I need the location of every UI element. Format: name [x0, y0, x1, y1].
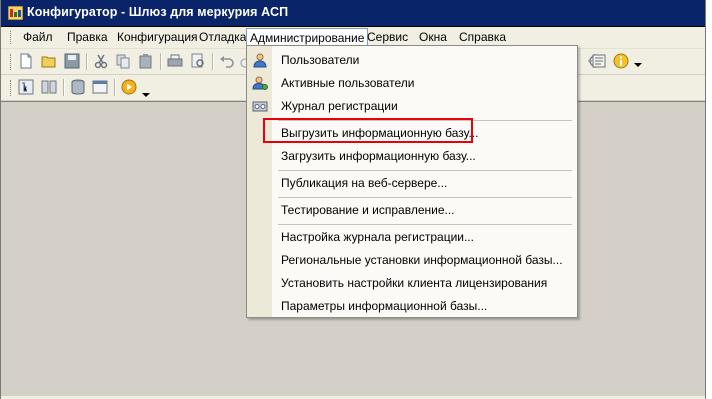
database-icon[interactable]	[70, 79, 86, 95]
chevron-down-icon[interactable]	[633, 62, 643, 68]
active-users-icon	[252, 76, 268, 90]
new-document-icon[interactable]	[18, 53, 34, 69]
menu-separator	[278, 224, 572, 225]
toolbar-separator	[86, 53, 88, 70]
menu-service[interactable]: Сервис	[365, 30, 410, 45]
menu-item-users[interactable]: Пользователи	[247, 49, 577, 71]
book-icon[interactable]	[591, 53, 607, 69]
menu-separator	[278, 170, 572, 171]
menu-debug[interactable]: Отладка	[197, 30, 248, 45]
toolbar-grip[interactable]	[10, 80, 14, 96]
menu-help[interactable]: Справка	[457, 30, 508, 45]
menu-item-label: Публикация на веб-сервере...	[281, 176, 448, 190]
menu-file[interactable]: Файл	[21, 30, 55, 45]
menu-item-label: Активные пользователи	[281, 76, 415, 90]
undo-icon[interactable]	[219, 53, 235, 69]
toolbar-separator	[160, 53, 162, 70]
print-preview-icon[interactable]	[190, 53, 206, 69]
menu-item-license-client-settings[interactable]: Установить настройки клиента лицензирова…	[247, 272, 577, 294]
highlight-box	[263, 118, 473, 143]
menu-item-label: Загрузить информационную базу...	[281, 149, 476, 163]
info-icon[interactable]	[613, 53, 629, 69]
menu-separator	[278, 197, 572, 198]
app-icon	[8, 6, 23, 20]
toolbar-separator	[114, 79, 116, 96]
window-title: Конфигуратор - Шлюз для меркурия АСП	[27, 5, 289, 19]
menu-edit[interactable]: Правка	[65, 30, 110, 45]
start-debug-icon[interactable]	[121, 79, 137, 95]
menu-item-label: Тестирование и исправление...	[281, 203, 455, 217]
toolbar-separator	[212, 53, 214, 70]
config-tree-icon[interactable]	[18, 79, 34, 95]
menu-grip[interactable]	[10, 31, 14, 44]
menu-item-regional-settings[interactable]: Региональные установки информационной ба…	[247, 249, 577, 271]
open-folder-icon[interactable]	[41, 53, 57, 69]
menu-item-label: Региональные установки информационной ба…	[281, 253, 563, 267]
toolbar-separator	[63, 79, 65, 96]
journal-icon	[252, 101, 268, 112]
menu-item-label: Настройка журнала регистрации...	[281, 230, 474, 244]
menu-item-test-and-repair[interactable]: Тестирование и исправление...	[247, 199, 577, 221]
print-icon[interactable]	[167, 53, 183, 69]
menu-item-log-settings[interactable]: Настройка журнала регистрации...	[247, 226, 577, 248]
menu-item-event-log[interactable]: Журнал регистрации	[247, 95, 577, 117]
cut-icon[interactable]	[93, 53, 109, 69]
menu-configuration[interactable]: Конфигурация	[115, 30, 200, 45]
administration-dropdown: Пользователи Активные пользователи Журна…	[246, 45, 578, 318]
menu-item-label: Журнал регистрации	[281, 99, 398, 113]
chevron-down-icon[interactable]	[141, 92, 151, 98]
menu-item-infobase-parameters[interactable]: Параметры информационной базы...	[247, 295, 577, 317]
menu-windows[interactable]: Окна	[417, 30, 449, 45]
menu-item-label: Установить настройки клиента лицензирова…	[281, 276, 548, 290]
user-icon	[253, 53, 267, 68]
copy-icon[interactable]	[115, 53, 131, 69]
compare-config-icon[interactable]	[41, 79, 57, 95]
menu-item-label: Параметры информационной базы...	[281, 299, 488, 313]
menu-item-import-infobase[interactable]: Загрузить информационную базу...	[247, 145, 577, 167]
menu-item-label: Пользователи	[281, 53, 360, 67]
menu-item-web-publish[interactable]: Публикация на веб-сервере...	[247, 172, 577, 194]
paste-icon[interactable]	[138, 53, 154, 69]
window-list-icon[interactable]	[92, 79, 108, 95]
menu-item-active-users[interactable]: Активные пользователи	[247, 72, 577, 94]
save-icon[interactable]	[64, 53, 80, 69]
toolbar-grip[interactable]	[10, 54, 14, 70]
title-bar[interactable]: Конфигуратор - Шлюз для меркурия АСП	[1, 0, 705, 27]
